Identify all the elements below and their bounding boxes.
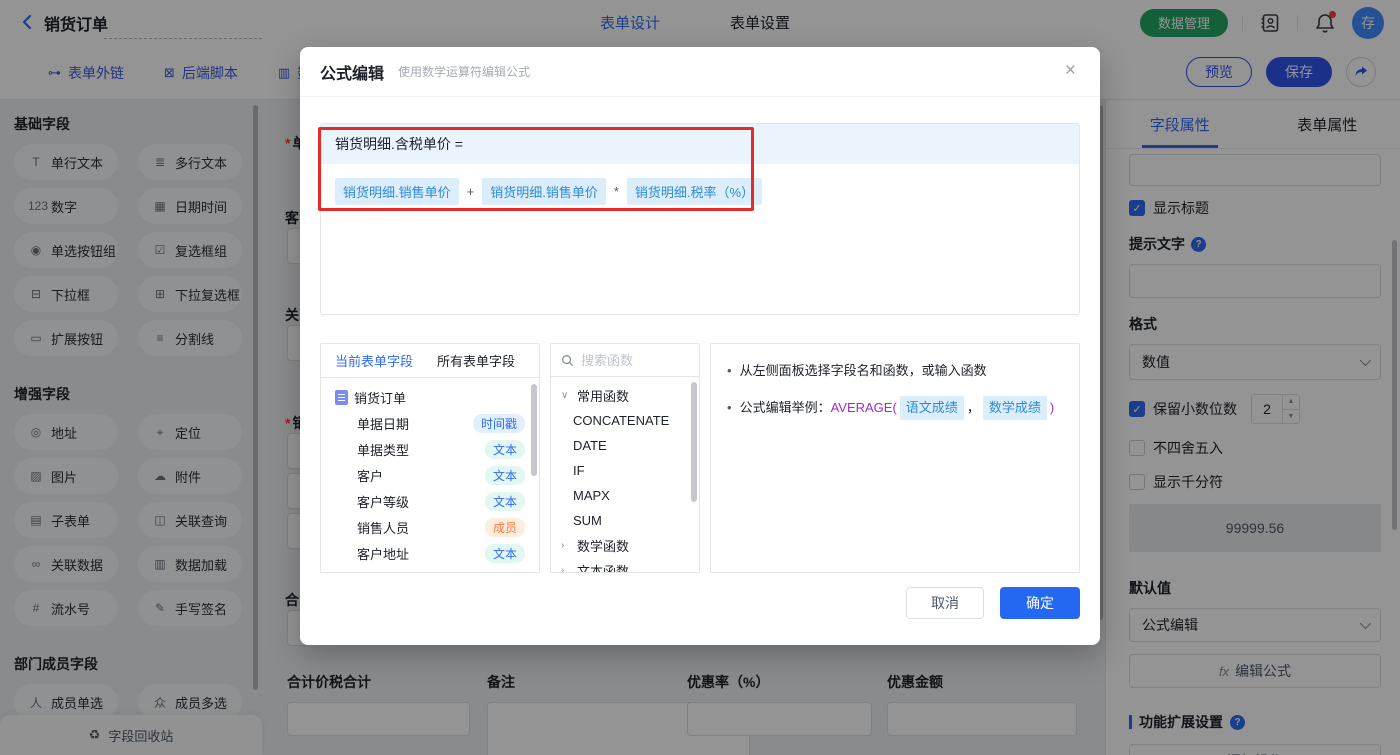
- chevron-down-icon: ∨: [561, 390, 571, 401]
- formula-editor-modal: 公式编辑 使用数学运算符编辑公式 × 销货明细.含税单价 = 销货明细.销售单价…: [300, 47, 1100, 645]
- document-icon: [335, 390, 348, 405]
- function-group[interactable]: › 文本函数: [551, 558, 699, 573]
- function-item[interactable]: MAPX: [551, 483, 699, 508]
- formula-help-panel: 从左侧面板选择字段名和函数，或输入函数 公式编辑举例：AVERAGE(语文成绩，…: [710, 343, 1080, 573]
- help-arg2-chip[interactable]: 数学成绩: [983, 396, 1047, 420]
- formula-field-token[interactable]: 销货明细.销售单价: [482, 178, 606, 205]
- variable-row[interactable]: 客户文本: [321, 462, 539, 488]
- function-search[interactable]: [551, 344, 699, 377]
- variable-type-badge: 文本: [485, 492, 525, 511]
- help-example-prefix: 公式编辑举例：: [740, 397, 831, 419]
- function-group-name: 数学函数: [577, 536, 629, 555]
- variable-root-name: 销货订单: [354, 388, 525, 407]
- variables-scrollbar[interactable]: [531, 384, 537, 476]
- help-line-2: 公式编辑举例：AVERAGE(语文成绩，数学成绩): [725, 396, 1065, 420]
- chevron-right-icon: ›: [561, 540, 571, 551]
- function-item[interactable]: CONCATENATE: [551, 408, 699, 433]
- cancel-button[interactable]: 取消: [906, 587, 984, 619]
- variable-row[interactable]: 销售人员成员: [321, 514, 539, 540]
- variable-row[interactable]: 单据日期时间戳: [321, 410, 539, 436]
- function-search-input[interactable]: [581, 353, 681, 368]
- formula-field-token[interactable]: 销货明细.销售单价: [335, 178, 459, 205]
- modal-subtitle: 使用数学运算符编辑公式: [398, 63, 530, 80]
- variable-row[interactable]: 客户等级文本: [321, 488, 539, 514]
- variables-tabs: 当前表单字段 所有表单字段: [321, 344, 539, 378]
- help-function-open: AVERAGE(: [831, 397, 897, 419]
- close-icon[interactable]: ×: [1065, 61, 1076, 80]
- modal-title: 公式编辑: [320, 60, 384, 84]
- functions-panel: ∨ 常用函数 CONCATENATEDATEIFMAPXSUM › 数学函数 › 文本函数: [550, 343, 700, 573]
- formula-target: 销货明细.含税单价 =: [321, 124, 1079, 164]
- help-function-close: ): [1050, 397, 1054, 419]
- modal-header: 公式编辑 使用数学运算符编辑公式: [300, 47, 1100, 97]
- function-group-name: 文本函数: [577, 561, 629, 573]
- form-designer-app: 销货订单 表单设计表单设置 数据管理 存 ⊶表单外链⊠后端脚本▥数据权限 预览 …: [0, 0, 1400, 755]
- search-icon: [561, 354, 574, 367]
- variable-type-badge: 成员: [485, 518, 525, 537]
- function-group[interactable]: › 数学函数: [551, 533, 699, 558]
- modal-footer: 取消 确定: [906, 587, 1080, 619]
- formula-editor[interactable]: 销货明细.含税单价 = 销货明细.销售单价 + 销货明细.销售单价 * 销货明细.税率（…: [320, 123, 1080, 315]
- function-group-name: 常用函数: [577, 386, 629, 405]
- variable-type-badge: 文本: [485, 440, 525, 459]
- formula-operator: +: [467, 184, 475, 199]
- variable-name: 单据类型: [357, 440, 479, 459]
- chevron-right-icon: ›: [561, 565, 571, 573]
- variable-row[interactable]: 客户地址文本: [321, 540, 539, 566]
- function-item[interactable]: IF: [551, 458, 699, 483]
- functions-scrollbar[interactable]: [691, 382, 697, 502]
- function-item[interactable]: DATE: [551, 433, 699, 458]
- help-line-1: 从左侧面板选择字段名和函数，或输入函数: [725, 360, 1065, 382]
- variable-row[interactable]: 单据类型文本: [321, 436, 539, 462]
- help-comma: ，: [967, 397, 980, 419]
- variable-type-badge: 文本: [485, 544, 525, 563]
- variable-name: 销售人员: [357, 518, 479, 537]
- confirm-button[interactable]: 确定: [1000, 587, 1080, 619]
- variable-type-badge: 时间戳: [473, 414, 525, 433]
- formula-operator: *: [614, 184, 619, 199]
- variable-name: 客户地址: [357, 544, 479, 563]
- variable-tree-root[interactable]: 销货订单: [321, 384, 539, 410]
- formula-expression: 销货明细.销售单价 + 销货明细.销售单价 * 销货明细.税率（%）: [321, 164, 1079, 219]
- function-item[interactable]: SUM: [551, 508, 699, 533]
- formula-field-token[interactable]: 销货明细.税率（%）: [627, 178, 762, 205]
- variable-name: 客户: [357, 466, 479, 485]
- variable-type-badge: 文本: [485, 466, 525, 485]
- variables-panel: 当前表单字段所有表单字段 销货订单单据日期时间戳单据类型文本客户文本客户等级文本…: [320, 343, 540, 573]
- variables-tab-2[interactable]: 所有表单字段: [437, 351, 515, 370]
- variable-name: 单据日期: [357, 414, 467, 433]
- variables-tab-1[interactable]: 当前表单字段: [335, 351, 413, 370]
- variable-name: 客户等级: [357, 492, 479, 511]
- help-arg1-chip[interactable]: 语文成绩: [900, 396, 964, 420]
- function-group[interactable]: ∨ 常用函数: [551, 383, 699, 408]
